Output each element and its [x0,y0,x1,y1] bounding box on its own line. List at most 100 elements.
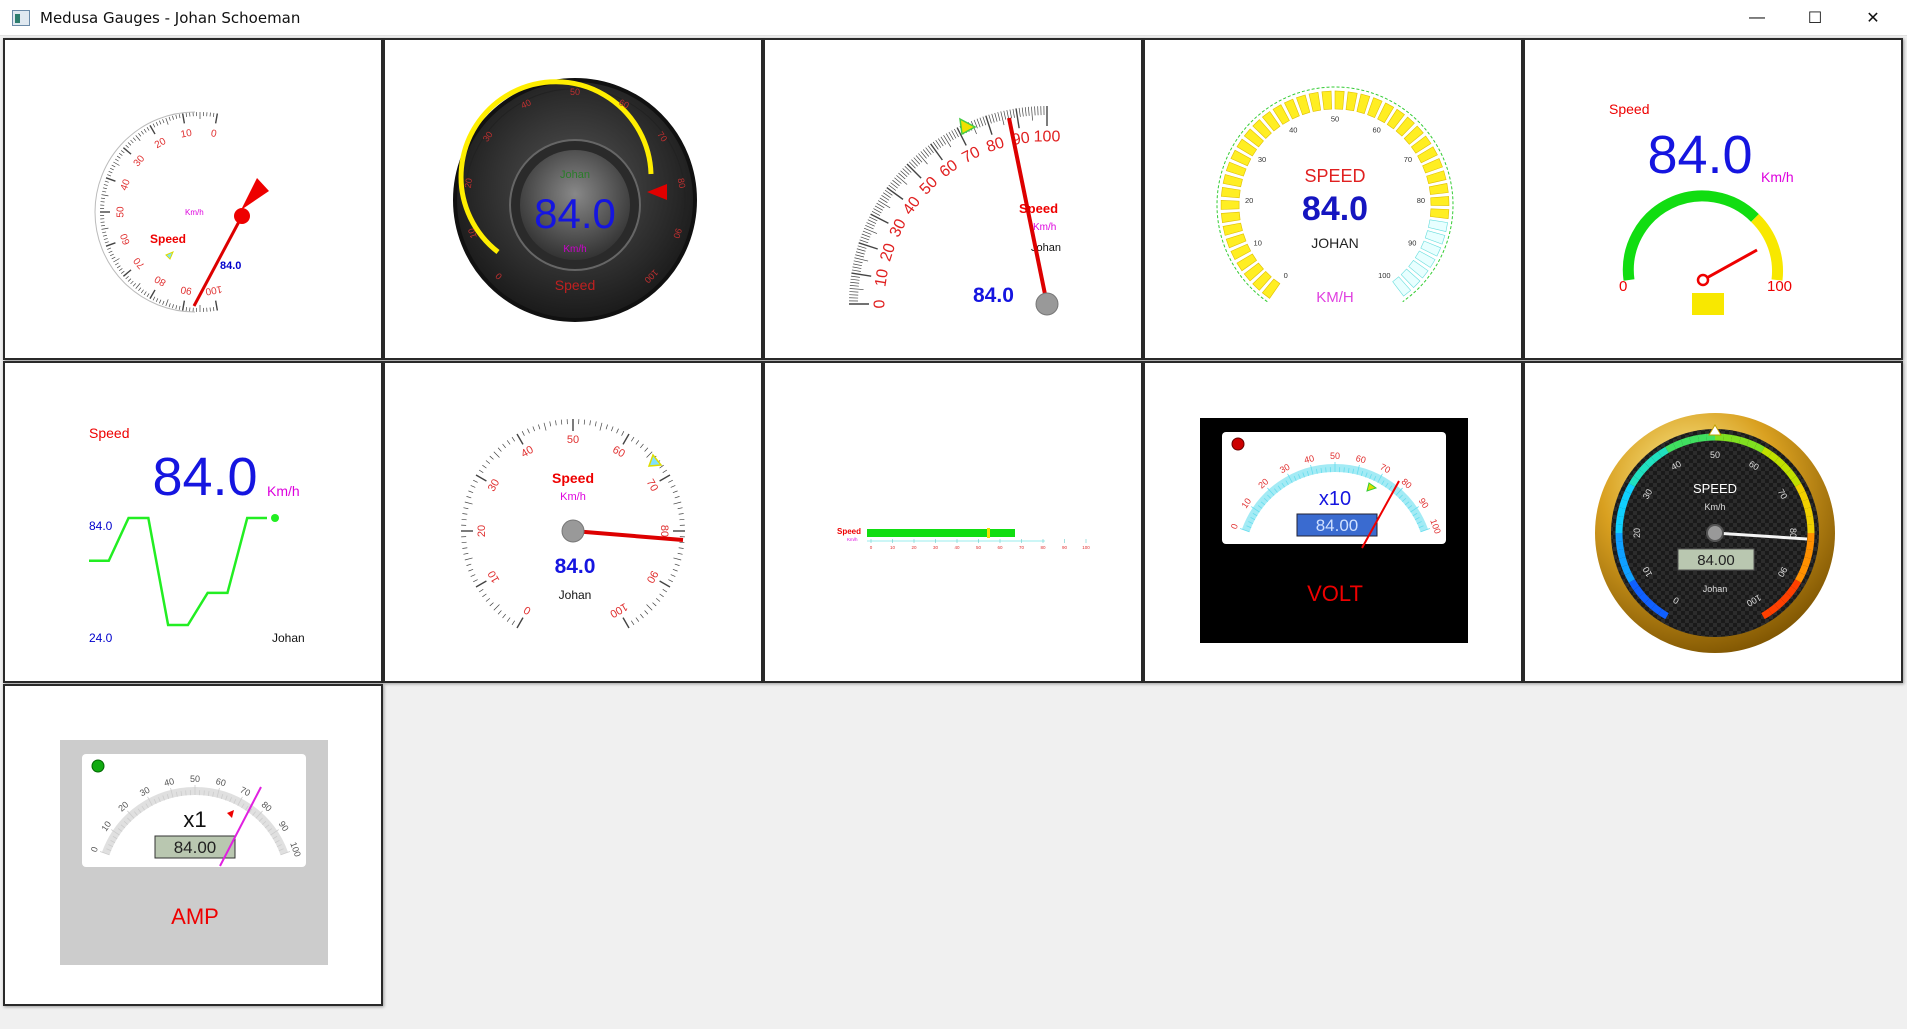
gauge-8-linear-bar[interactable]: Speed Km/h 0 10 20 30 40 50 60 70 80 90 100 [763,361,1143,683]
major-tick [181,113,186,124]
svg-text:40: 40 [954,545,960,550]
minor-tick [497,447,502,452]
minor-tick [102,231,107,234]
minor-tick [104,180,109,183]
gauge-5-simple-arc[interactable]: Speed 84.0 Km/h 0 100 [1523,38,1903,360]
minor-tick [104,241,109,244]
gauge-7-white-dial[interactable]: 0 10 20 30 40 50 60 70 80 90 100 Speed Km/h 84.0 J… [383,361,763,683]
minor-tick [127,278,132,282]
minor-tick [670,485,676,488]
tick-label: 20 [877,241,899,263]
minor-tick [462,513,468,515]
minor-tick [468,569,474,572]
g8-bar-fill [867,529,1015,537]
segment-bar [1356,93,1371,114]
minor-tick [943,134,952,148]
gauge-3-quarter-speedometer[interactable]: 0 10 20 30 40 50 60 70 80 90 100 Speed Km/h Johan … [763,38,1143,360]
gauge-9-volt-meter[interactable]: 0 10 20 30 40 50 60 70 80 90 100 x10 84.00 VOLT [1143,361,1523,683]
minor-tick [109,167,114,171]
gauge-1-speedometer-dial[interactable]: 0 10 20 30 40 50 60 70 80 90 100 Km/h Speed 84.0 [3,38,383,360]
tick-label: 80 [676,177,687,188]
g10-subtitle: Johan [1703,584,1728,594]
minor-tick [599,422,603,431]
segment-bar [1222,174,1243,188]
minor-tick [646,451,653,458]
g4-subtitle: JOHAN [1311,235,1358,251]
minor-tick [863,227,878,234]
minor-tick [140,130,144,135]
minimize-button[interactable]: — [1728,0,1786,36]
minor-tick [662,469,668,474]
tick-label: 0 [872,299,889,308]
window-titlebar[interactable]: Medusa Gauges - Johan Schoeman — ☐ ✕ [0,0,1907,36]
major-tick [181,300,186,311]
g7-value: 84.0 [555,555,596,578]
minor-tick [127,142,132,146]
minor-tick [982,116,987,126]
gauge-11-amp-meter[interactable]: 0 10 20 30 40 50 60 70 80 90 100 x1 84.00 AMP [3,684,383,1006]
g4-title: SPEED [1304,166,1365,186]
tick-label: 90 [644,568,661,585]
tick-label: 20 [1245,196,1253,205]
gauge-10-gold-racing[interactable]: 0 10 20 30 40 50 60 70 80 90 100 SPEED Km/h 84.00 … [1523,361,1903,683]
g1-value: 84.0 [220,260,241,272]
tick-label: 50 [1710,450,1720,460]
minor-tick [506,440,511,445]
g5-pivot-icon [1696,273,1710,287]
tick-label: 10 [872,268,892,288]
minor-tick [135,283,141,289]
gauge-6-sparkline[interactable]: Speed 84.0 Km/h 84.0 24.0 Johan [3,361,383,683]
minor-tick [997,112,1001,122]
svg-text:80: 80 [1040,545,1046,550]
major-tick [1015,108,1020,129]
minor-tick [213,112,215,117]
window-title: Medusa Gauges - Johan Schoeman [40,8,301,27]
minor-tick [143,128,147,133]
minor-tick [857,245,867,249]
g9-lcd-value: 84.00 [1316,516,1359,535]
g5-min-label: 0 [1619,278,1627,295]
gauge-2-dark-speedometer[interactable]: 0 10 20 30 40 50 60 70 80 90 100 Johan 84.0 Km/h S… [383,38,763,360]
minor-tick [130,139,134,144]
minor-tick [555,420,557,426]
svg-text:60: 60 [997,545,1003,550]
gauge-grid: 0 10 20 30 40 50 60 70 80 90 100 Km/h Speed 84.0 [0,36,1907,1029]
minor-tick [109,253,114,257]
app-icon [12,9,30,26]
gauge-4-segmented-digital[interactable]: 0 10 20 30 40 50 60 70 80 90 100 SPEED 84.0 JOHAN … [1143,38,1523,360]
tick-label: 40 [1289,125,1297,134]
major-tick [659,580,671,588]
tick-label: 80 [1417,196,1425,205]
minor-tick [135,135,141,141]
minor-tick [175,114,178,119]
minor-tick [159,299,162,304]
g7-title: Speed [552,470,594,486]
minor-tick [856,248,866,252]
tick-label: 60 [610,444,627,461]
tick-label: 100 [1034,129,1061,146]
maximize-button[interactable]: ☐ [1786,0,1844,36]
segment-bar [1428,183,1449,195]
close-button[interactable]: ✕ [1844,0,1902,36]
g3-unit: Km/h [1033,222,1056,233]
tick-label: 80 [658,525,670,537]
minor-tick [611,426,614,432]
g10-pivot-icon [1706,524,1724,542]
minor-tick [120,270,125,274]
minor-tick [478,588,484,593]
minor-tick [462,547,468,549]
minor-tick [116,155,121,159]
g1-marker-icon [165,251,174,260]
g11-scale-label: x1 [183,807,206,832]
minor-tick [855,251,865,255]
tick-label: 0 [522,603,533,616]
tick-label: 0 [1284,271,1288,280]
minor-tick [102,187,107,190]
minor-tick [862,230,872,235]
major-tick [851,272,872,277]
g11-title: AMP [171,904,219,929]
minor-tick [108,250,113,253]
g2-value: 84.0 [534,190,616,237]
g5-green-arc [1622,190,1759,281]
minor-tick [101,194,109,197]
